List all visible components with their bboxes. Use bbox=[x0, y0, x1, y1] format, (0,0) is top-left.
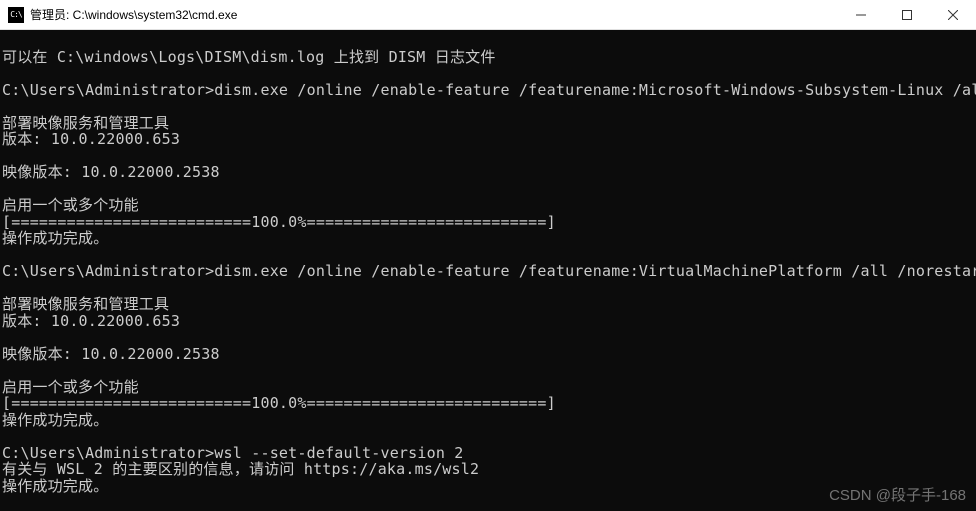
terminal-line: [==========================100.0%=======… bbox=[2, 395, 974, 412]
close-button[interactable] bbox=[930, 0, 976, 29]
maximize-button[interactable] bbox=[884, 0, 930, 29]
terminal-line: 版本: 10.0.22000.653 bbox=[2, 313, 974, 330]
terminal-line bbox=[2, 148, 974, 165]
terminal-line bbox=[2, 247, 974, 264]
terminal-line: C:\Users\Administrator>dism.exe /online … bbox=[2, 263, 974, 280]
minimize-button[interactable] bbox=[838, 0, 884, 29]
window-controls bbox=[838, 0, 976, 29]
terminal-line bbox=[2, 32, 974, 49]
terminal-line: 版本: 10.0.22000.653 bbox=[2, 131, 974, 148]
terminal-line: 启用一个或多个功能 bbox=[2, 197, 974, 214]
cmd-icon: C:\ bbox=[8, 7, 24, 23]
terminal-line bbox=[2, 65, 974, 82]
terminal-line: 可以在 C:\windows\Logs\DISM\dism.log 上找到 DI… bbox=[2, 49, 974, 66]
terminal-line bbox=[2, 98, 974, 115]
terminal-line: 有关与 WSL 2 的主要区别的信息，请访问 https://aka.ms/ws… bbox=[2, 461, 974, 478]
window-title: 管理员: C:\windows\system32\cmd.exe bbox=[30, 6, 838, 23]
terminal-line: 操作成功完成。 bbox=[2, 230, 974, 247]
terminal-line bbox=[2, 280, 974, 297]
terminal-line: C:\Users\Administrator>dism.exe /online … bbox=[2, 82, 974, 99]
terminal-line bbox=[2, 362, 974, 379]
terminal-line: 部署映像服务和管理工具 bbox=[2, 115, 974, 132]
terminal-line: 映像版本: 10.0.22000.2538 bbox=[2, 164, 974, 181]
terminal-line: 部署映像服务和管理工具 bbox=[2, 296, 974, 313]
terminal-output[interactable]: 可以在 C:\windows\Logs\DISM\dism.log 上找到 DI… bbox=[0, 30, 976, 511]
terminal-line bbox=[2, 428, 974, 445]
terminal-line: 映像版本: 10.0.22000.2538 bbox=[2, 346, 974, 363]
terminal-line bbox=[2, 329, 974, 346]
terminal-line: 启用一个或多个功能 bbox=[2, 379, 974, 396]
terminal-line: [==========================100.0%=======… bbox=[2, 214, 974, 231]
terminal-line: C:\Users\Administrator>wsl --set-default… bbox=[2, 445, 974, 462]
titlebar: C:\ 管理员: C:\windows\system32\cmd.exe bbox=[0, 0, 976, 30]
terminal-line: 操作成功完成。 bbox=[2, 412, 974, 429]
terminal-line bbox=[2, 494, 974, 511]
terminal-line bbox=[2, 181, 974, 198]
terminal-line: 操作成功完成。 bbox=[2, 478, 974, 495]
cmd-icon-label: C:\ bbox=[10, 10, 21, 19]
